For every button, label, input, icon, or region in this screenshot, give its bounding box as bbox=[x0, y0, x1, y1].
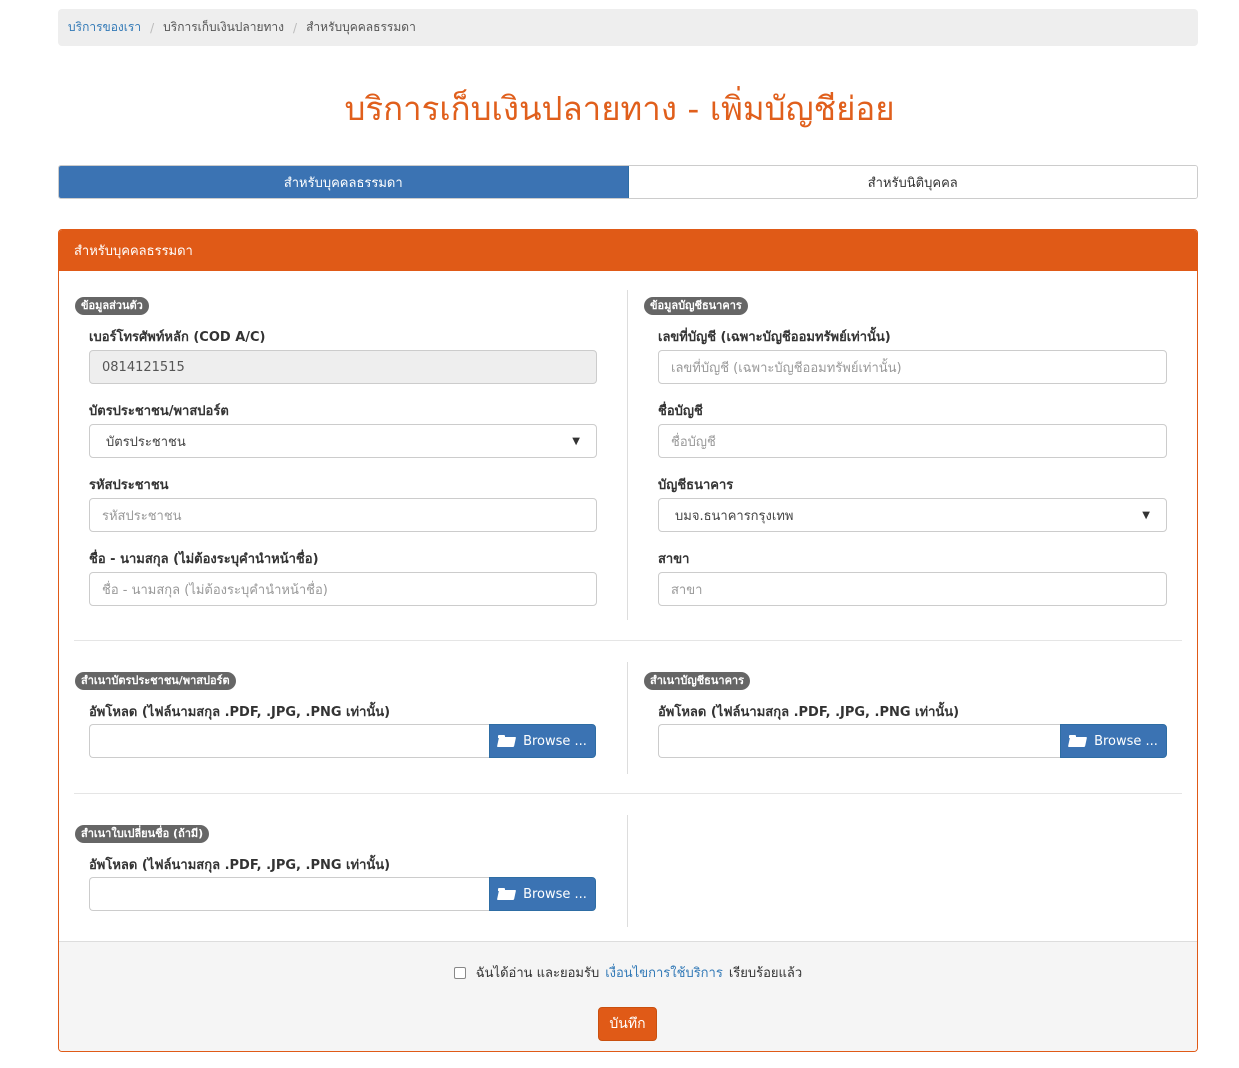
folder-open-icon bbox=[1069, 735, 1087, 747]
terms-suffix: เรียบร้อยแล้ว bbox=[728, 966, 803, 981]
name-change-upload: Browse ... bbox=[89, 877, 596, 911]
branch-label: สาขา bbox=[658, 552, 690, 567]
column-divider bbox=[627, 290, 628, 620]
fullname-label: ชื่อ - นามสกุล (ไม่ต้องระบุคำนำหน้าชื่อ) bbox=[89, 552, 319, 567]
column-divider bbox=[627, 662, 628, 774]
terms-link[interactable]: เงื่อนไขการใช้บริการ bbox=[605, 962, 723, 983]
id-number-field[interactable]: รหัสประชาชน bbox=[89, 498, 597, 532]
chevron-down-icon: ▼ bbox=[572, 435, 580, 447]
name-change-badge: สำเนาใบเปลี่ยนชื่อ (ถ้ามี) bbox=[75, 825, 210, 843]
breadcrumb-item-cod[interactable]: บริการเก็บเงินปลายทาง bbox=[163, 18, 284, 37]
account-no-label: เลขที่บัญชี (เฉพาะบัญชีออมทรัพย์เท่านั้น… bbox=[658, 330, 891, 345]
tab-individual[interactable]: สำหรับบุคคลธรรมดา bbox=[59, 166, 629, 198]
browse-label: Browse ... bbox=[523, 733, 587, 749]
phone-label: เบอร์โทรศัพท์หลัก (COD A/C) bbox=[89, 330, 266, 345]
bank-info-badge: ข้อมูลบัญชีธนาคาร bbox=[644, 297, 748, 315]
bank-copy-upload: Browse ... bbox=[658, 724, 1167, 758]
id-copy-upload: Browse ... bbox=[89, 724, 596, 758]
terms-checkbox[interactable] bbox=[453, 966, 466, 979]
chevron-down-icon: ▼ bbox=[1142, 509, 1150, 521]
browse-label: Browse ... bbox=[1094, 733, 1158, 749]
page-title: บริการเก็บเงินปลายทาง - เพิ่มบัญชีย่อย bbox=[344, 89, 895, 128]
fullname-field[interactable]: ชื่อ - นามสกุล (ไม่ต้องระบุคำนำหน้าชื่อ) bbox=[89, 572, 597, 606]
phone-field[interactable]: 0814121515 bbox=[89, 350, 597, 384]
name-change-upload-label: อัพโหลด (ไฟล์นามสกุล .PDF, .JPG, .PNG เท… bbox=[89, 858, 391, 873]
bank-copy-badge: สำเนาบัญชีธนาคาร bbox=[644, 672, 751, 690]
tab-juristic[interactable]: สำหรับนิติบุคคล bbox=[628, 166, 1197, 198]
account-name-field[interactable]: ชื่อบัญชี bbox=[658, 424, 1167, 458]
id-copy-badge: สำเนาบัตรประชาชน/พาสปอร์ต bbox=[75, 672, 236, 690]
breadcrumb-item-current: สำหรับบุคคลธรรมดา bbox=[306, 20, 416, 34]
id-copy-browse-button[interactable]: Browse ... bbox=[489, 724, 596, 758]
account-no-field[interactable]: เลขที่บัญชี (เฉพาะบัญชีออมทรัพย์เท่านั้น… bbox=[658, 350, 1167, 384]
terms-agreement: ฉันได้อ่าน และยอมรับ เงื่อนไขการใช้บริกา… bbox=[59, 962, 1197, 983]
account-name-label: ชื่อบัญชี bbox=[658, 404, 703, 419]
bank-label: บัญชีธนาคาร bbox=[658, 478, 734, 493]
personal-info-badge: ข้อมูลส่วนตัว bbox=[75, 297, 149, 315]
folder-open-icon bbox=[498, 735, 516, 747]
terms-prefix: ฉันได้อ่าน และยอมรับ bbox=[475, 966, 600, 981]
breadcrumb-separator: / bbox=[293, 20, 298, 35]
id-type-value: บัตรประชาชน bbox=[106, 434, 186, 450]
section-divider bbox=[74, 793, 1182, 794]
breadcrumb-separator: / bbox=[150, 20, 155, 35]
breadcrumb: บริการของเรา / บริการเก็บเงินปลายทาง / ส… bbox=[58, 9, 1198, 46]
name-change-file-field[interactable] bbox=[89, 877, 489, 911]
name-change-browse-button[interactable]: Browse ... bbox=[489, 877, 596, 911]
tab-bar: สำหรับบุคคลธรรมดา สำหรับนิติบุคคล bbox=[58, 165, 1198, 199]
section-divider bbox=[74, 640, 1182, 641]
bank-copy-upload-label: อัพโหลด (ไฟล์นามสกุล .PDF, .JPG, .PNG เท… bbox=[658, 705, 960, 720]
form-panel: สำหรับบุคคลธรรมดา ข้อมูลส่วนตัว เบอร์โทร… bbox=[58, 229, 1198, 1052]
browse-label: Browse ... bbox=[523, 886, 587, 902]
bank-copy-file-field[interactable] bbox=[658, 724, 1060, 758]
form-footer: ฉันได้อ่าน และยอมรับ เงื่อนไขการใช้บริกา… bbox=[59, 941, 1197, 1051]
bank-select[interactable]: บมจ.ธนาคารกรุงเทพ ▼ bbox=[658, 498, 1167, 532]
branch-field[interactable]: สาขา bbox=[658, 572, 1167, 606]
save-button[interactable]: บันทึก bbox=[598, 1007, 657, 1041]
column-divider bbox=[627, 815, 628, 927]
panel-heading: สำหรับบุคคลธรรมดา bbox=[59, 230, 1197, 271]
breadcrumb-link-services[interactable]: บริการของเรา bbox=[68, 18, 141, 37]
id-type-select[interactable]: บัตรประชาชน ▼ bbox=[89, 424, 597, 458]
bank-copy-browse-button[interactable]: Browse ... bbox=[1060, 724, 1167, 758]
id-number-label: รหัสประชาชน bbox=[89, 478, 169, 493]
id-type-label: บัตรประชาชน/พาสปอร์ต bbox=[89, 404, 229, 419]
id-copy-upload-label: อัพโหลด (ไฟล์นามสกุล .PDF, .JPG, .PNG เท… bbox=[89, 705, 391, 720]
bank-value: บมจ.ธนาคารกรุงเทพ bbox=[675, 508, 794, 524]
id-copy-file-field[interactable] bbox=[89, 724, 489, 758]
folder-open-icon bbox=[498, 888, 516, 900]
